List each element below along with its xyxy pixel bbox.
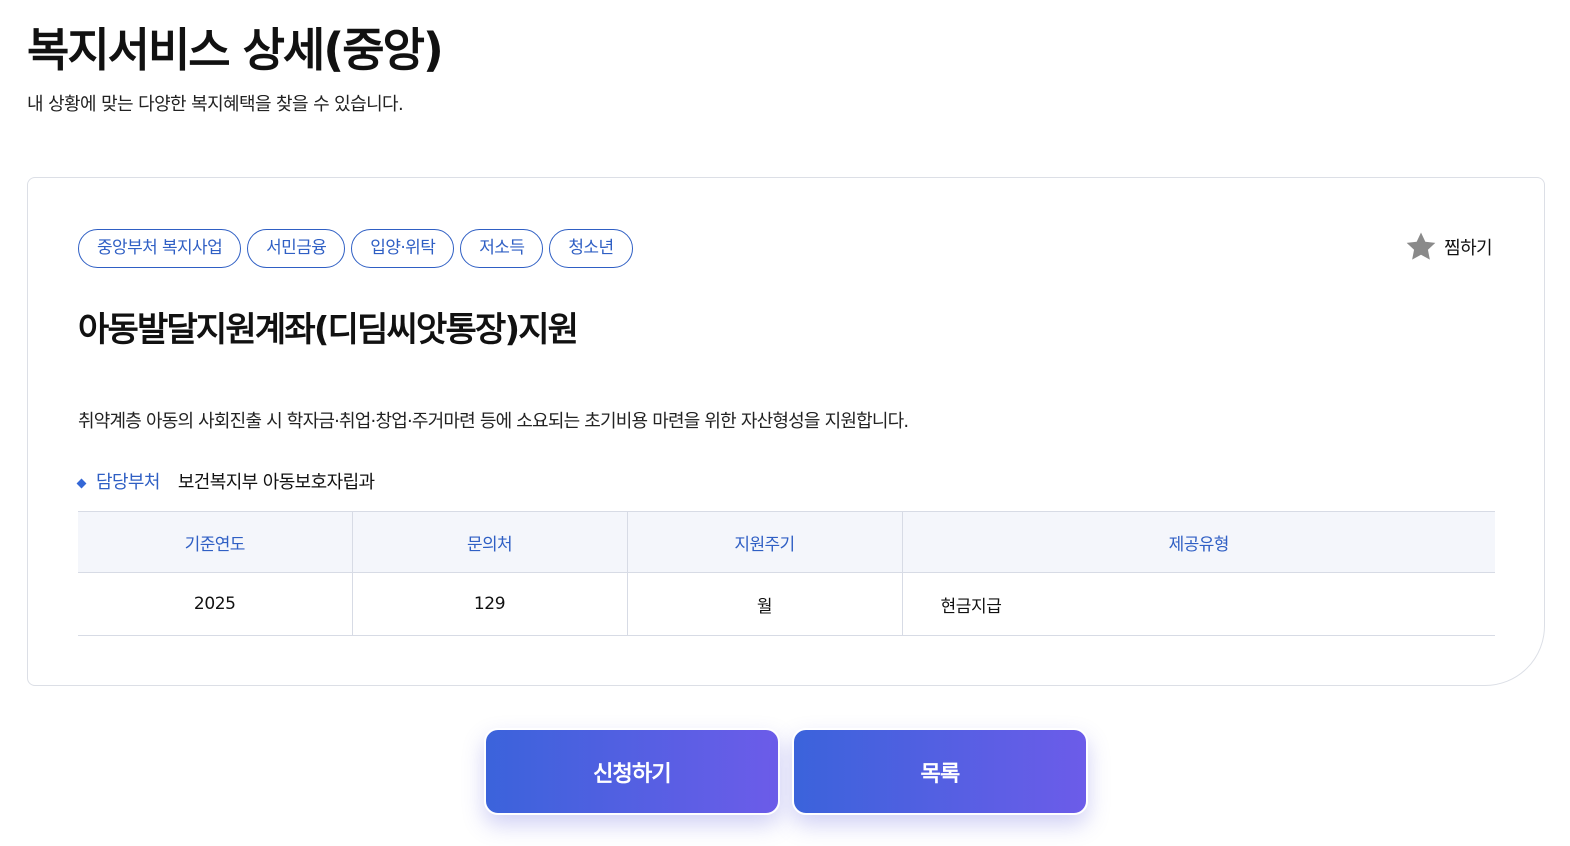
diamond-bullet-icon (76, 478, 87, 488)
table-row: 2025 129 월 현금지급 (78, 572, 1495, 636)
apply-button[interactable]: 신청하기 (484, 728, 780, 815)
table-header-row: 기준연도 문의처 지원주기 제공유형 (78, 511, 1495, 573)
header-base-year: 기준연도 (78, 511, 352, 573)
header-contact: 문의처 (351, 511, 627, 573)
service-title: 아동발달지원계좌(디딤씨앗통장)지원 (78, 310, 579, 350)
tag-central-ministry-welfare[interactable]: 중앙부처 복지사업 (78, 229, 242, 268)
cell-contact: 129 (351, 572, 627, 636)
cell-provision-type: 현금지급 (901, 572, 1495, 636)
action-buttons: 신청하기 목록 (484, 728, 1088, 815)
department-value: 보건복지부 아동보호자립과 (177, 472, 375, 493)
cell-base-year: 2025 (78, 572, 352, 636)
bookmark-label: 찜하기 (1444, 238, 1492, 259)
department-info: 담당부처 보건복지부 아동보호자립과 (76, 470, 375, 496)
page-subtitle: 내 상황에 맞는 다양한 복지혜택을 찾을 수 있습니다. (27, 94, 404, 115)
service-info-table: 기준연도 문의처 지원주기 제공유형 2025 129 월 현금지급 (78, 511, 1495, 636)
header-support-cycle: 지원주기 (626, 511, 902, 573)
category-tags: 중앙부처 복지사업 서민금융 입양·위탁 저소득 청소년 (78, 229, 633, 268)
header-provision-type: 제공유형 (901, 511, 1495, 573)
bookmark-button[interactable]: 찜하기 (1404, 230, 1493, 264)
tag-adoption-foster[interactable]: 입양·위탁 (351, 229, 455, 268)
tag-low-income[interactable]: 저소득 (460, 229, 544, 268)
tag-youth[interactable]: 청소년 (549, 229, 633, 268)
cell-support-cycle: 월 (626, 572, 902, 636)
star-icon (1406, 232, 1436, 260)
service-description: 취약계층 아동의 사회진출 시 학자금·취업·창업·주거마련 등에 소요되는 초… (78, 411, 909, 432)
list-button[interactable]: 목록 (792, 728, 1088, 815)
page-title: 복지서비스 상세(중앙) (27, 23, 444, 77)
service-detail-card: 중앙부처 복지사업 서민금융 입양·위탁 저소득 청소년 찜하기 아동발달지원계… (27, 177, 1545, 686)
tag-low-income-finance[interactable]: 서민금융 (247, 229, 346, 268)
department-label: 담당부처 (96, 472, 160, 493)
